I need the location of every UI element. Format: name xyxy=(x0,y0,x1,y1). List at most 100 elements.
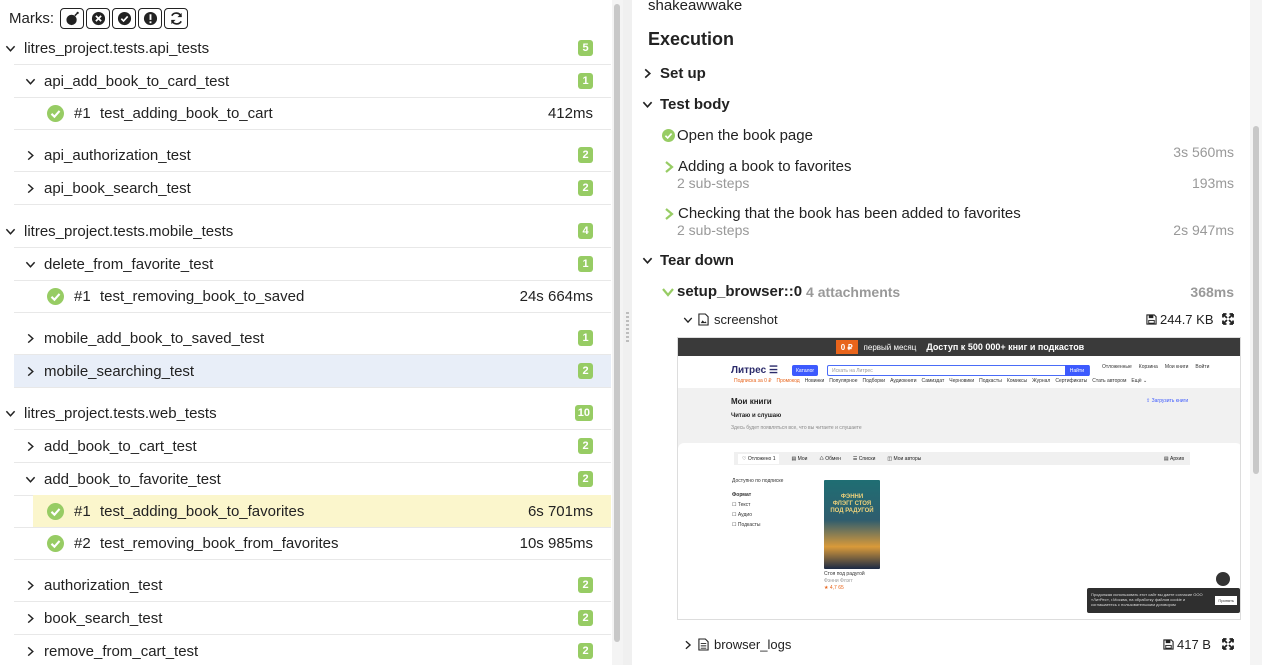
chevron-right-icon xyxy=(24,440,36,452)
site-tab: ▤ Мои xyxy=(791,455,808,462)
test-case-row[interactable]: #1 test_adding_book_to_cart 412ms xyxy=(33,97,611,129)
test-case-duration: 6s 701ms xyxy=(527,502,593,520)
step-substeps: 2 sub-steps xyxy=(677,222,750,238)
test-case-number: #2 xyxy=(74,534,91,552)
tree-group-row[interactable]: litres_project.tests.mobile_tests 4 xyxy=(0,215,611,247)
tree-suite-row[interactable]: delete_from_favorite_test 1 xyxy=(14,248,611,280)
tree-scrollbar[interactable] xyxy=(612,0,623,665)
tree-suite-row[interactable]: add_book_to_cart_test 2 xyxy=(14,430,611,462)
step-adding-to-favorites[interactable]: Adding a book to favorites xyxy=(664,158,851,175)
site-tabs: ♡ Отложено 1 ▤ Мои ♺ Обмен ☰ Списки ◫ Мои ав… xyxy=(734,452,1190,465)
count-badge: 2 xyxy=(578,610,593,626)
site-menu-item: Черновики xyxy=(949,378,975,384)
book-author: Фэнни Флэгг xyxy=(824,578,853,584)
test-body-section-toggle[interactable]: Test body xyxy=(642,96,730,113)
test-case-duration: 24s 664ms xyxy=(519,287,593,305)
row-separator xyxy=(14,204,611,205)
expand-icon[interactable] xyxy=(1222,313,1234,325)
tree-node-name: mobile_searching_test xyxy=(44,362,195,380)
test-case-row[interactable]: #1 test_removing_book_to_saved 24s 664ms xyxy=(33,280,611,312)
site-icon-label: Отложенные xyxy=(1102,364,1132,370)
site-menu: Подписка за 0 ₽ Промокод Новинки Популярное… xyxy=(734,378,1147,384)
book-title: Стоя под радугой xyxy=(824,571,865,577)
site-menu-item: Популярное xyxy=(829,378,858,384)
detail-scrollbar[interactable] xyxy=(1250,0,1262,665)
refresh-icon[interactable] xyxy=(164,7,188,29)
tree-suite-row[interactable]: book_search_test 2 xyxy=(14,602,611,634)
site-menu-item: Журнал xyxy=(1032,378,1051,384)
banner-pill: 0 ₽ xyxy=(835,340,858,354)
bomb-icon[interactable] xyxy=(60,7,84,29)
passed-check-icon xyxy=(47,534,74,552)
test-case-row[interactable]: #2 test_removing_book_from_favorites 10s 9… xyxy=(33,527,611,559)
site-menu-item: Новинки xyxy=(804,378,825,384)
site-menu-item: Ещё ⌄ xyxy=(1131,378,1148,384)
site-tab: ◫ Мои авторы xyxy=(887,455,922,462)
attachment-screenshot[interactable]: screenshot xyxy=(683,312,778,327)
tree-node-name: api_add_book_to_card_test xyxy=(44,72,230,90)
attachment-name: screenshot xyxy=(714,312,778,327)
test-case-duration: 412ms xyxy=(547,104,593,122)
text-file-icon xyxy=(698,638,709,651)
site-section-title: Читаю и слушаю xyxy=(731,413,782,419)
row-separator xyxy=(14,129,611,130)
tree-group-row[interactable]: litres_project.tests.api_tests 5 xyxy=(0,32,611,64)
step-checking-favorites[interactable]: Checking that the book has been added to… xyxy=(664,205,1021,222)
tree-node-name: litres_project.tests.api_tests xyxy=(24,39,210,57)
test-case-number: #1 xyxy=(74,104,91,122)
tree-node-name: api_book_search_test xyxy=(44,179,191,197)
tree-suite-row[interactable]: remove_from_cart_test 2 xyxy=(14,635,611,665)
step-open-book-page[interactable]: Open the book page xyxy=(662,127,813,144)
teardown-label: Tear down xyxy=(660,252,734,269)
book-cover: ФЭННИ ФЛЭГГ СТОЯ ПОД РАДУГОЙ xyxy=(824,480,880,569)
row-separator xyxy=(14,312,611,313)
expand-icon[interactable] xyxy=(1222,638,1234,650)
x-circle-icon[interactable] xyxy=(86,7,110,29)
catalog-button: Каталог xyxy=(792,365,819,376)
teardown-section-toggle[interactable]: Tear down xyxy=(642,252,734,269)
save-icon[interactable] xyxy=(1163,639,1174,650)
fixture-setup-browser[interactable]: setup_browser::0 4 attachments xyxy=(662,283,900,300)
passed-check-icon xyxy=(47,502,74,520)
test-case-row[interactable]: #1 test_adding_book_to_favorites 6s 701ms xyxy=(33,495,611,527)
book-cover-title: ФЭННИ ФЛЭГГ СТОЯ ПОД РАДУГОЙ xyxy=(830,494,874,514)
site-menu-item: Подборки xyxy=(862,378,886,384)
banner-text: первый месяц xyxy=(863,342,917,352)
count-badge: 4 xyxy=(578,223,593,239)
setup-section-toggle[interactable]: Set up xyxy=(642,65,706,82)
chevron-down-icon xyxy=(683,316,693,323)
exclamation-icon[interactable] xyxy=(138,7,162,29)
test-case-name: test_adding_book_to_cart xyxy=(100,104,273,122)
tree-suite-row[interactable]: api_book_search_test 2 xyxy=(14,172,611,204)
attachment-browser-logs[interactable]: browser_logs xyxy=(683,637,791,652)
cookie-text: Продолжая использовать этот сайт вы дает… xyxy=(1091,592,1203,607)
screenshot-preview[interactable]: 0 ₽ первый месяц Доступ к 500 000+ книг … xyxy=(677,337,1241,620)
site-search: Искать на Литрес Найти xyxy=(827,365,1090,376)
tree-group-row[interactable]: litres_project.tests.web_tests 10 xyxy=(0,397,611,429)
site-menu-item: Комиксы xyxy=(1006,378,1028,384)
save-icon[interactable] xyxy=(1146,314,1157,325)
step-duration: 3s 560ms xyxy=(1173,144,1234,160)
count-badge: 1 xyxy=(578,256,593,272)
tree-suite-row[interactable]: mobile_searching_test 2 xyxy=(14,355,611,387)
fixture-attachments: 4 attachments xyxy=(806,283,901,300)
row-separator xyxy=(14,387,611,388)
site-filter-item: Доступно по подписке xyxy=(732,478,784,484)
tree-suite-row[interactable]: add_book_to_favorite_test 2 xyxy=(14,463,611,495)
chevron-right-icon xyxy=(24,612,36,624)
tree-suite-row[interactable]: authorization_test 2 xyxy=(14,569,611,601)
tree-suite-row[interactable]: api_add_book_to_card_test 1 xyxy=(14,65,611,97)
site-user-icons: Отложенные Корзина Мои книги Войти xyxy=(1102,364,1209,370)
tree-suite-row[interactable]: mobile_add_book_to_saved_test 1 xyxy=(14,322,611,354)
tree-node-name: delete_from_favorite_test xyxy=(44,255,214,273)
site-chat-fab xyxy=(1216,572,1230,586)
step-duration: 193ms xyxy=(1191,175,1234,191)
tree-suite-row[interactable]: api_authorization_test 2 xyxy=(14,139,611,171)
step-name: Open the book page xyxy=(677,127,813,144)
chevron-right-icon xyxy=(24,579,36,591)
step-duration: 2s 947ms xyxy=(1173,222,1234,238)
pane-resize-handle[interactable] xyxy=(623,0,632,665)
site-menu-item: Промокод xyxy=(776,378,800,384)
site-filter-item: Формат xyxy=(732,492,752,498)
check-circle-icon[interactable] xyxy=(112,7,136,29)
